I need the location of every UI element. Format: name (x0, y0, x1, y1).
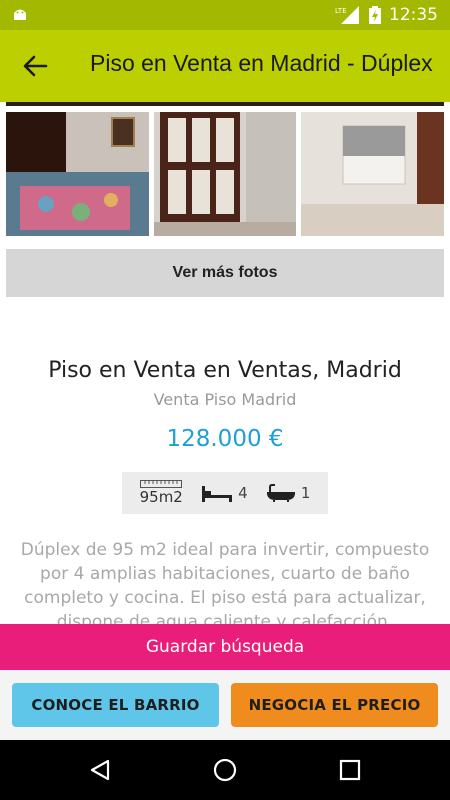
status-time: 12:35 (389, 5, 438, 25)
nav-home-icon[interactable] (213, 758, 237, 782)
feature-bathrooms: 1 (266, 484, 311, 502)
ruler-icon (140, 480, 183, 488)
feature-area: 95m2 (140, 480, 183, 506)
listing-subtitle: Venta Piso Madrid (153, 390, 297, 409)
listing-price: 128.000 € (166, 426, 284, 452)
cta-row: CONOCE EL BARRIO NEGOCIA EL PRECIO (0, 670, 450, 740)
listing-features: 95m2 4 1 (122, 472, 328, 514)
navigation-bar (0, 740, 450, 800)
bathtub-icon (266, 484, 295, 502)
app-bar: Piso en Venta en Madrid - Dúplex (0, 30, 450, 102)
nav-back-icon[interactable] (88, 758, 112, 782)
status-bar: LTE 12:35 (0, 0, 450, 30)
photo-thumbnail-living-room[interactable] (301, 112, 445, 236)
battery-icon (369, 6, 381, 24)
listing-description: Dúplex de 95 m2 ideal para invertir, com… (20, 540, 430, 624)
photo-thumbnails (6, 112, 445, 236)
page-title: Piso en Venta en Madrid - Dúplex (90, 50, 433, 76)
photo-thumbnail-wardrobe[interactable] (153, 112, 297, 236)
nav-recents-icon[interactable] (338, 758, 362, 782)
bed-icon (202, 486, 233, 502)
main-photo[interactable] (6, 102, 444, 106)
feature-bedrooms: 4 (202, 484, 248, 502)
listing-title: Piso en Venta en Ventas, Madrid (48, 358, 402, 383)
feature-bathrooms-value: 1 (300, 484, 311, 502)
save-search-button[interactable]: Guardar búsqueda (0, 624, 450, 670)
feature-area-value: 95m2 (139, 488, 183, 506)
feature-bedrooms-value: 4 (238, 484, 248, 502)
signal-lte-icon: LTE (335, 6, 359, 24)
know-neighborhood-button[interactable]: CONOCE EL BARRIO (12, 683, 219, 727)
android-icon (14, 9, 26, 20)
svg-text:LTE: LTE (335, 7, 347, 15)
photo-thumbnail-bedroom[interactable] (6, 112, 149, 236)
negotiate-price-button[interactable]: NEGOCIA EL PRECIO (231, 683, 438, 727)
back-arrow-icon[interactable] (20, 52, 50, 80)
more-photos-button[interactable]: Ver más fotos (6, 249, 444, 297)
